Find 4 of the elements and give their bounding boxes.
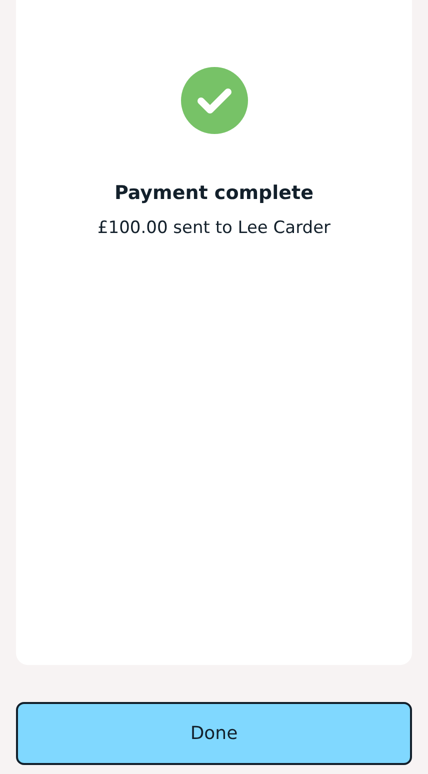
confirmation-message: £100.00 sent to Lee Carder [97,216,331,240]
confirmation-title: Payment complete [114,181,314,206]
checkmark-icon [180,67,248,134]
done-button[interactable]: Done [16,702,412,765]
